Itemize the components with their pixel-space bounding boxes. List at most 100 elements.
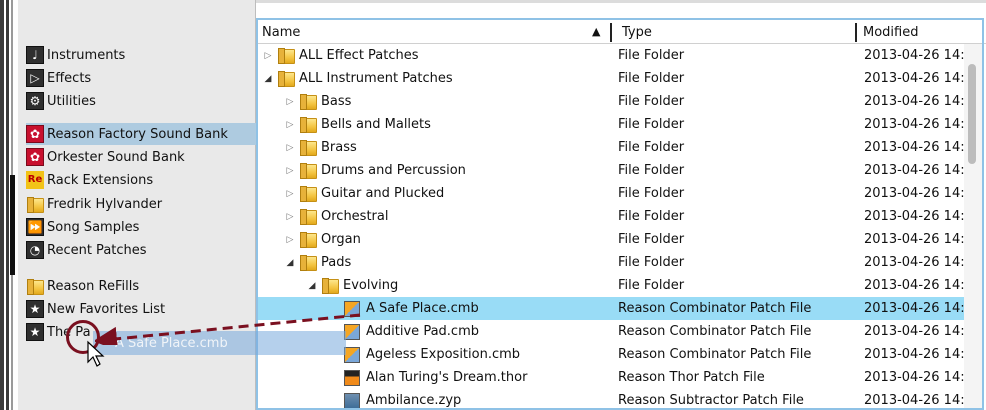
cell-name: Alan Turing's Dream.thor xyxy=(328,366,527,389)
expand-arrow-icon[interactable]: ▷ xyxy=(284,235,296,245)
cell-name: ▷ Brass xyxy=(284,136,357,159)
effects-icon: ▷ xyxy=(26,69,44,87)
star-icon: ★ xyxy=(26,323,44,341)
cmb-file-icon xyxy=(344,323,360,340)
table-row[interactable]: ▷ Guitar and Plucked File Folder 2013-04-26… xyxy=(256,182,981,205)
column-header-name-label: Name xyxy=(262,24,301,40)
collapse-arrow-icon[interactable]: ◢ xyxy=(306,281,318,291)
cell-name: ▷ Bass xyxy=(284,90,351,113)
thor-file-icon xyxy=(344,369,360,386)
table-row[interactable]: ▷ Drums and Percussion File Folder 2013-04-… xyxy=(256,159,981,182)
table-row[interactable]: Ageless Exposition.cmb Reason Combinator … xyxy=(256,343,981,366)
sidebar-item[interactable]: ✿ Reason Factory Sound Bank xyxy=(26,123,256,145)
expand-arrow-icon[interactable]: ▷ xyxy=(284,120,296,130)
cell-type: File Folder xyxy=(618,278,685,293)
row-name: Brass xyxy=(321,140,357,155)
sidebar-item[interactable]: ✿ Orkester Sound Bank xyxy=(26,146,256,168)
row-name: Alan Turing's Dream.thor xyxy=(366,370,528,385)
column-header-modified[interactable]: Modified xyxy=(857,20,977,44)
sidebar-item-label: Rack Extensions xyxy=(47,172,154,188)
sidebar-item-label: Utilities xyxy=(47,93,96,109)
table-row[interactable]: ▷ Orchestral File Folder 2013-04-26 14:03 xyxy=(256,205,981,228)
row-name: Bass xyxy=(321,94,352,109)
column-header-name[interactable]: Name xyxy=(256,20,612,44)
expand-arrow-icon[interactable]: ▷ xyxy=(284,97,296,107)
expand-arrow-icon[interactable]: ▷ xyxy=(262,51,274,61)
sidebar-item-label: Fredrik Hylvander xyxy=(47,196,163,212)
sidebar-item[interactable]: Fredrik Hylvander xyxy=(26,193,256,215)
sidebar-item[interactable]: ▷ Effects xyxy=(26,67,256,89)
sidebar-item-label: Reason ReFills xyxy=(47,278,140,294)
sidebar-item-label: Instruments xyxy=(47,47,126,63)
folder-icon xyxy=(300,94,317,110)
cmb-file-icon xyxy=(344,346,360,363)
cell-type: Reason Combinator Patch File xyxy=(618,301,812,316)
expand-arrow-icon[interactable]: ▷ xyxy=(284,166,296,176)
song-samples-icon: ⏩ xyxy=(26,218,44,236)
row-name: Ageless Exposition.cmb xyxy=(366,347,521,362)
sidebar-item[interactable]: ♩ Instruments xyxy=(26,44,256,66)
row-name: Organ xyxy=(321,232,361,247)
soundbank-icon: ✿ xyxy=(26,125,44,143)
expand-arrow-icon[interactable]: ▷ xyxy=(284,143,296,153)
row-name: Ambilance.zyp xyxy=(366,393,462,408)
zyp-file-icon xyxy=(344,392,360,409)
cell-type: File Folder xyxy=(618,140,685,155)
row-name: Additive Pad.cmb xyxy=(366,324,479,339)
folder-icon xyxy=(300,232,317,248)
table-row[interactable]: ▷ Brass File Folder 2013-04-26 14:03 xyxy=(256,136,981,159)
window-edge xyxy=(0,0,18,410)
row-name: ALL Instrument Patches xyxy=(299,71,453,86)
column-header-modified-label: Modified xyxy=(863,24,919,40)
table-row[interactable]: Alan Turing's Dream.thor Reason Thor Patc… xyxy=(256,366,981,389)
table-row[interactable]: A Safe Place.cmb Reason Combinator Patch … xyxy=(256,297,981,320)
expand-arrow-icon[interactable]: ▷ xyxy=(284,212,296,222)
collapse-arrow-icon[interactable]: ◢ xyxy=(284,258,296,268)
column-header-type[interactable]: Type xyxy=(616,20,848,44)
table-row[interactable]: Additive Pad.cmb Reason Combinator Patch … xyxy=(256,320,981,343)
soundbank-icon: ✿ xyxy=(26,148,44,166)
cell-name: Ambilance.zyp xyxy=(328,389,461,410)
collapse-arrow-icon[interactable]: ◢ xyxy=(262,74,274,84)
table-row[interactable]: ◢ Evolving File Folder 2013-04-26 14:03 xyxy=(256,274,981,297)
table-row[interactable]: ▷ Bells and Mallets File Folder 2013-04-26 … xyxy=(256,113,981,136)
cell-name: ▷ Bells and Mallets xyxy=(284,113,431,136)
row-name: Orchestral xyxy=(321,209,389,224)
table-row[interactable]: ◢ Pads File Folder 2013-04-26 14:03 xyxy=(256,251,981,274)
mouse-cursor-icon xyxy=(87,340,105,367)
folder-icon xyxy=(300,140,317,156)
row-name: A Safe Place.cmb xyxy=(366,301,479,316)
sidebar-item[interactable]: ⚙ Utilities xyxy=(26,90,256,112)
table-row[interactable]: ▷ ALL Effect Patches File Folder 2013-04-26… xyxy=(256,44,981,67)
sidebar-item[interactable]: ⏩ Song Samples xyxy=(26,216,256,238)
sidebar-item[interactable]: ★ New Favorites List xyxy=(26,298,256,320)
table-row[interactable]: ◢ ALL Instrument Patches File Folder 2013-0… xyxy=(256,67,981,90)
sort-ascending-icon: ▲ xyxy=(592,25,601,38)
sidebar-item[interactable]: Reason ReFills xyxy=(26,275,256,297)
folder-icon xyxy=(300,163,317,179)
expand-arrow-icon[interactable]: ▷ xyxy=(284,189,296,199)
column-header: Name ▲ Type Modified xyxy=(256,20,986,44)
instruments-icon: ♩ xyxy=(26,46,44,64)
cell-type: File Folder xyxy=(618,209,685,224)
table-row[interactable]: ▷ Organ File Folder 2013-04-26 14:03 xyxy=(256,228,981,251)
rack-extensions-icon: Re xyxy=(26,171,44,189)
drag-ghost-item: A Safe Place.cmb xyxy=(93,331,346,355)
scrollbar-thumb[interactable] xyxy=(968,64,976,164)
cell-name: ▷ Orchestral xyxy=(284,205,388,228)
row-name: Pads xyxy=(321,255,352,270)
sidebar-item-label: Song Samples xyxy=(47,219,140,235)
sidebar-item[interactable]: ◔ Recent Patches xyxy=(26,239,256,261)
table-row[interactable]: ▷ Bass File Folder 2013-04-26 14:03 xyxy=(256,90,981,113)
cell-type: File Folder xyxy=(618,232,685,247)
column-resize-handle[interactable] xyxy=(610,23,612,42)
drag-ghost-label: A Safe Place.cmb xyxy=(115,335,228,351)
folder-icon xyxy=(26,277,44,295)
cell-type: File Folder xyxy=(618,94,685,109)
table-row[interactable]: Ambilance.zyp Reason Subtractor Patch Fil… xyxy=(256,389,981,410)
cell-name: ▷ ALL Effect Patches xyxy=(262,44,419,67)
star-icon: ★ xyxy=(26,300,44,318)
cell-name: ◢ Pads xyxy=(284,251,351,274)
cell-type: File Folder xyxy=(618,186,685,201)
sidebar-item[interactable]: Re Rack Extensions xyxy=(26,169,256,191)
